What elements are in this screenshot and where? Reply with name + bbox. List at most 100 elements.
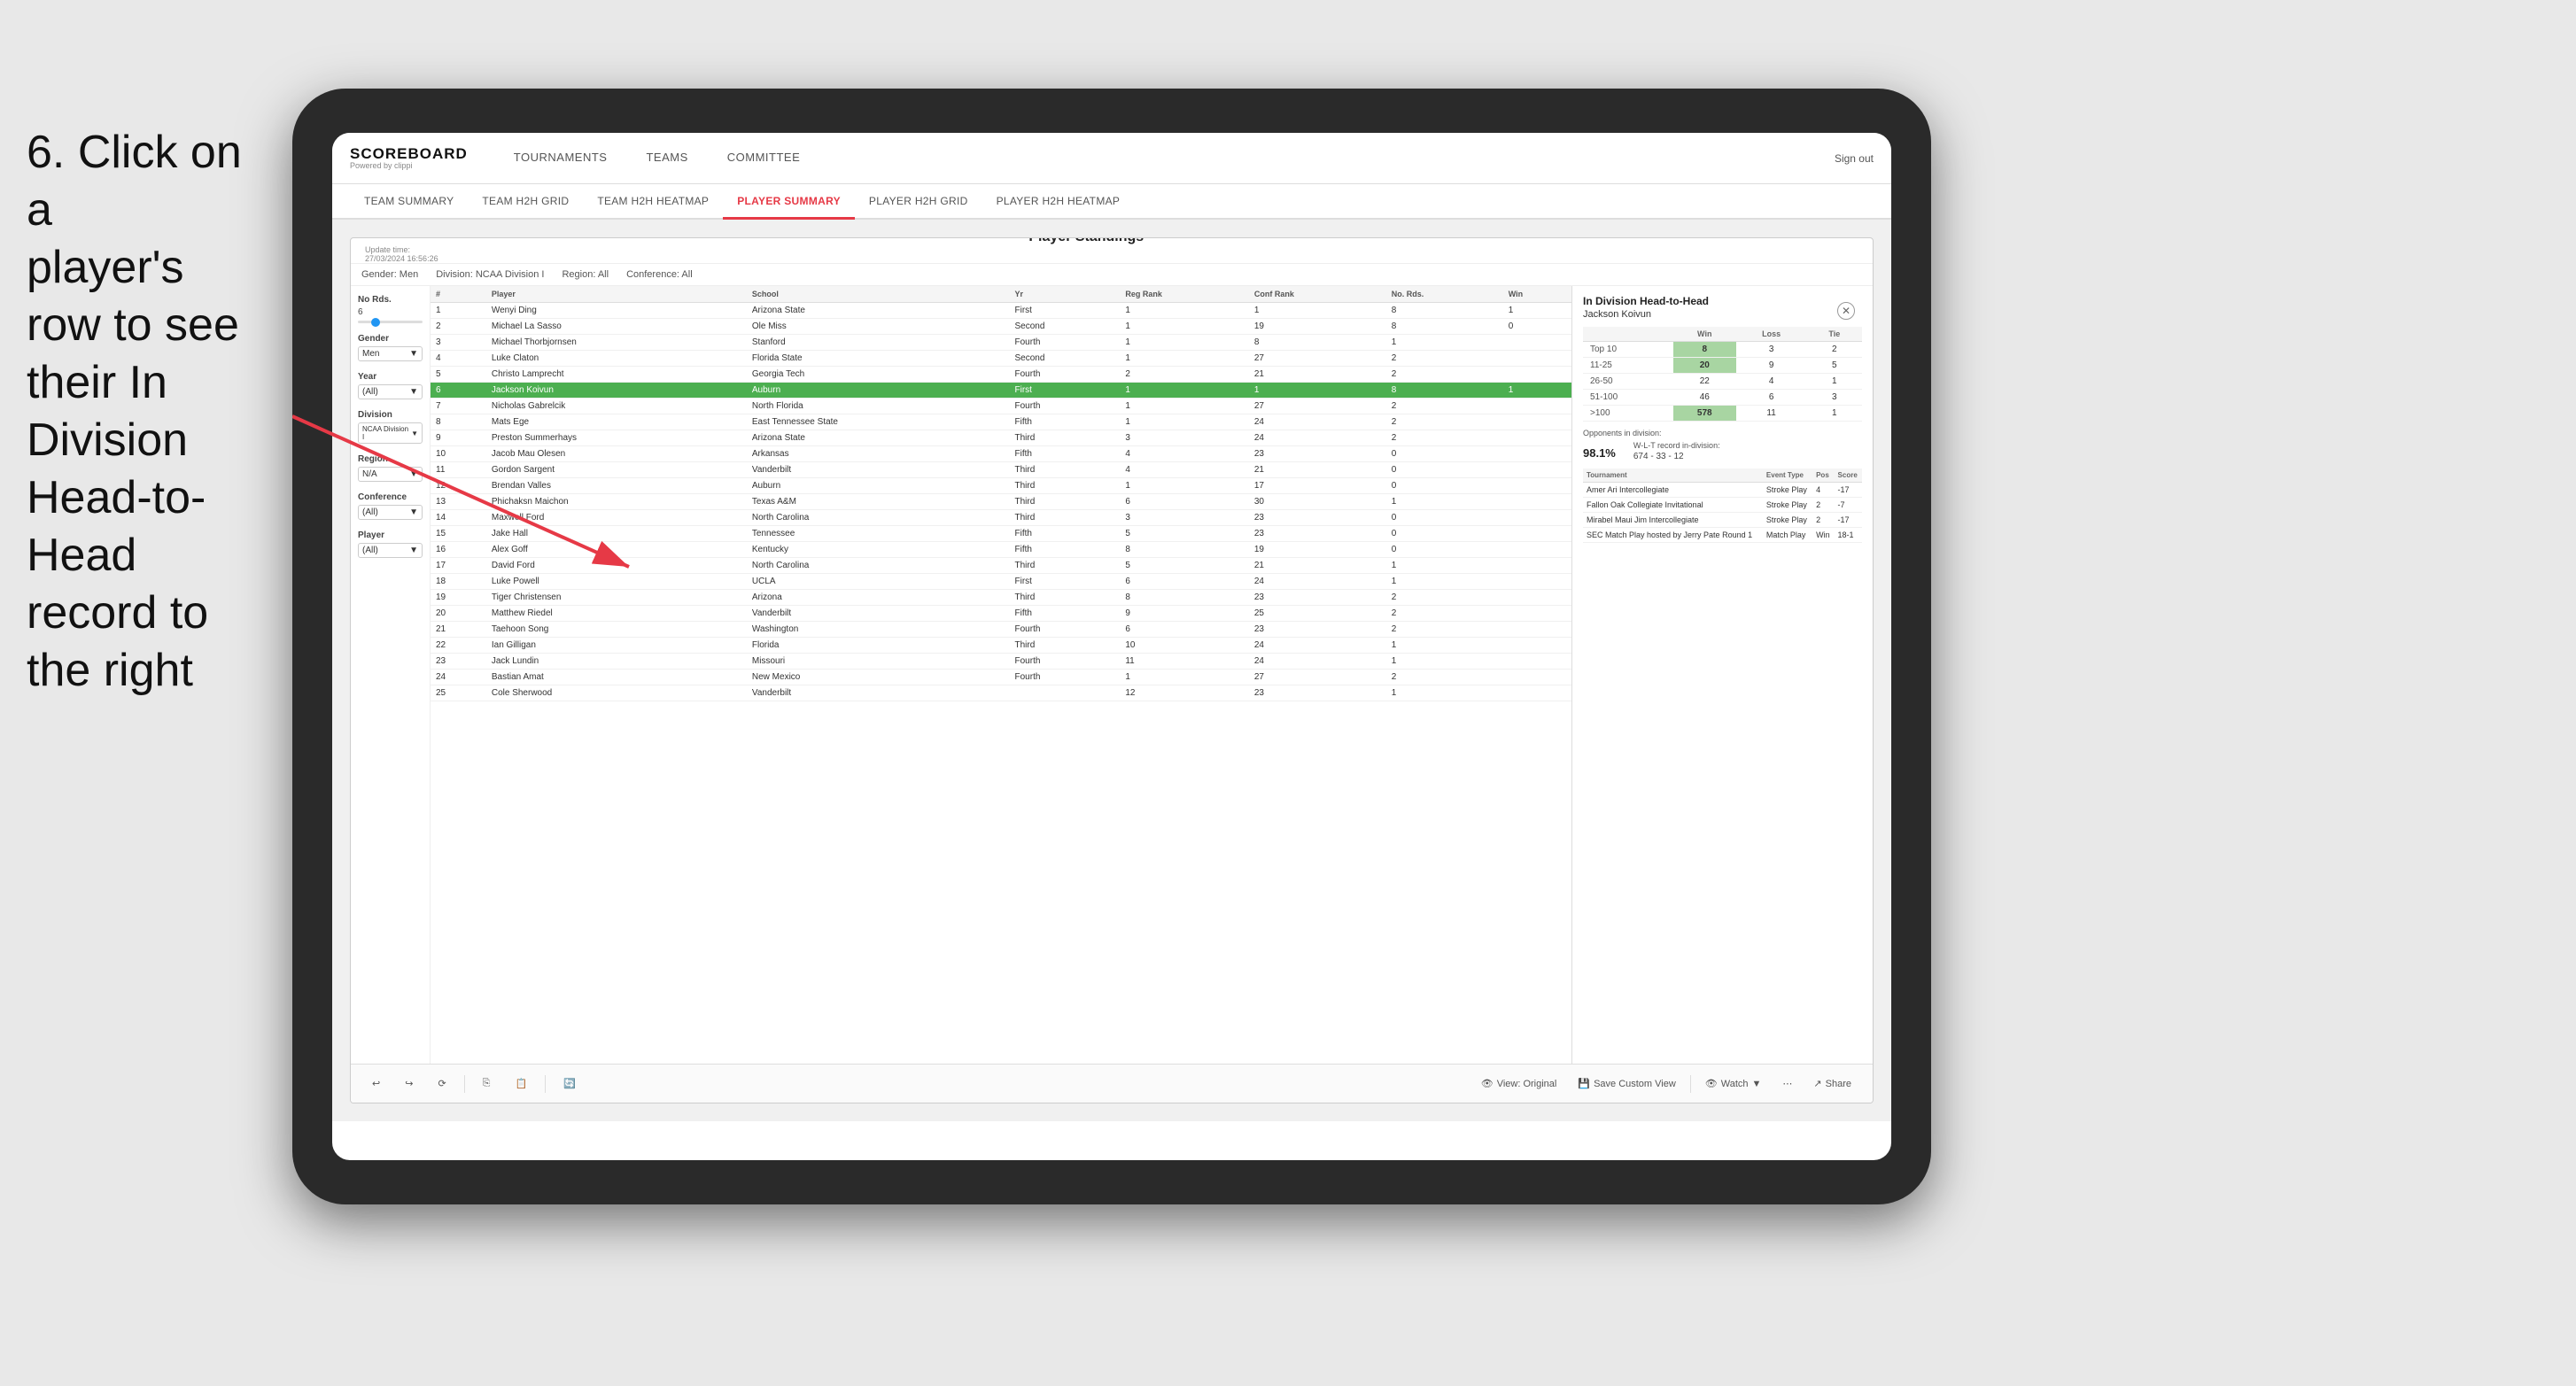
standings-table: # Player School Yr Reg Rank Conf Rank No… bbox=[431, 286, 1571, 701]
table-row[interactable]: 11 Gordon Sargent Vanderbilt Third 4 21 … bbox=[431, 462, 1571, 478]
h2h-row: Top 10 8 3 2 bbox=[1583, 342, 1862, 358]
options-button[interactable]: ⋯ bbox=[1775, 1074, 1799, 1093]
h2h-player-name: Jackson Koivun bbox=[1583, 309, 1862, 320]
col-yr: Yr bbox=[1010, 286, 1121, 303]
player-select[interactable]: (All) ▼ bbox=[358, 543, 423, 558]
table-row[interactable]: 17 David Ford North Carolina Third 5 21 … bbox=[431, 558, 1571, 574]
table-row[interactable]: 6 Jackson Koivun Auburn First 1 1 8 1 bbox=[431, 383, 1571, 399]
filter-conference: Conference: All bbox=[626, 269, 693, 280]
tab-player-summary[interactable]: PLAYER SUMMARY bbox=[723, 184, 855, 220]
tablet-screen: SCOREBOARD Powered by clippi TOURNAMENTS… bbox=[332, 133, 1891, 1160]
table-row[interactable]: 12 Brendan Valles Auburn Third 1 17 0 bbox=[431, 478, 1571, 494]
table-row[interactable]: 9 Preston Summerhays Arizona State Third… bbox=[431, 430, 1571, 446]
redo2-button[interactable]: ⟳ bbox=[431, 1074, 453, 1093]
tab-team-summary[interactable]: TEAM SUMMARY bbox=[350, 184, 468, 220]
h2h-header-row: Win Loss Tie bbox=[1583, 327, 1862, 342]
table-row[interactable]: 14 Maxwell Ford North Carolina Third 3 2… bbox=[431, 510, 1571, 526]
filter-player-section: Player (All) ▼ bbox=[358, 530, 423, 558]
table-header-row: # Player School Yr Reg Rank Conf Rank No… bbox=[431, 286, 1571, 303]
h2h-row: 11-25 20 9 5 bbox=[1583, 358, 1862, 374]
app-logo: SCOREBOARD Powered by clippi bbox=[350, 146, 468, 171]
col-reg-rank: Reg Rank bbox=[1120, 286, 1248, 303]
table-row[interactable]: 13 Phichaksn Maichon Texas A&M Third 6 3… bbox=[431, 494, 1571, 510]
paste-button[interactable]: 📋 bbox=[508, 1074, 534, 1093]
h2h-col-tie: Tie bbox=[1807, 327, 1862, 342]
filter-gender: Gender: Men bbox=[361, 269, 418, 280]
card-body: No Rds. 6 Gender Men ▼ bbox=[351, 286, 1873, 1064]
view-original-button[interactable]: 👁View: Original bbox=[1474, 1074, 1564, 1093]
watch-button[interactable]: 👁Watch▼ bbox=[1698, 1074, 1769, 1093]
table-row[interactable]: 20 Matthew Riedel Vanderbilt Fifth 9 25 … bbox=[431, 606, 1571, 622]
table-row[interactable]: 22 Ian Gilligan Florida Third 10 24 1 bbox=[431, 638, 1571, 654]
filter-division: Division: NCAA Division I bbox=[436, 269, 544, 280]
division-select[interactable]: NCAA Division I ▼ bbox=[358, 422, 423, 444]
table-row[interactable]: 15 Jake Hall Tennessee Fifth 5 23 0 bbox=[431, 526, 1571, 542]
col-conf-rank: Conf Rank bbox=[1249, 286, 1386, 303]
copy-button[interactable]: ⎘ bbox=[476, 1074, 498, 1093]
toolbar-sep-1 bbox=[464, 1075, 465, 1093]
close-h2h-panel[interactable]: ✕ bbox=[1837, 302, 1855, 320]
opponents-label: Opponents in division: bbox=[1583, 429, 1862, 437]
table-row[interactable]: 1 Wenyi Ding Arizona State First 1 1 8 1 bbox=[431, 303, 1571, 319]
table-row[interactable]: 10 Jacob Mau Olesen Arkansas Fifth 4 23 … bbox=[431, 446, 1571, 462]
h2h-panel-title: In Division Head-to-Head bbox=[1583, 295, 1862, 307]
opponents-section: Opponents in division: 98.1% W-L-T recor… bbox=[1583, 429, 1862, 468]
table-row[interactable]: 19 Tiger Christensen Arizona Third 8 23 … bbox=[431, 590, 1571, 606]
table-row[interactable]: 7 Nicholas Gabrelcik North Florida Fourt… bbox=[431, 399, 1571, 414]
sign-out-button[interactable]: Sign out bbox=[1835, 152, 1874, 165]
refresh-button[interactable]: 🔄 bbox=[556, 1074, 583, 1093]
h2h-row: >100 578 11 1 bbox=[1583, 406, 1862, 422]
share-button[interactable]: ↗Share bbox=[1806, 1074, 1858, 1093]
table-row[interactable]: 2 Michael La Sasso Ole Miss Second 1 19 … bbox=[431, 319, 1571, 335]
h2h-col-loss: Loss bbox=[1736, 327, 1807, 342]
filter-conference-section: Conference (All) ▼ bbox=[358, 492, 423, 520]
table-row[interactable]: 24 Bastian Amat New Mexico Fourth 1 27 2 bbox=[431, 670, 1571, 685]
bottom-toolbar: ↩ ↪ ⟳ ⎘ 📋 🔄 👁View: Original 💾Save Custom… bbox=[351, 1064, 1873, 1103]
tab-player-h2h-grid[interactable]: PLAYER H2H GRID bbox=[855, 184, 982, 220]
table-row[interactable]: 18 Luke Powell UCLA First 6 24 1 bbox=[431, 574, 1571, 590]
table-row[interactable]: 3 Michael Thorbjornsen Stanford Fourth 1… bbox=[431, 335, 1571, 351]
col-player: Player bbox=[486, 286, 747, 303]
table-row[interactable]: 5 Christo Lamprecht Georgia Tech Fourth … bbox=[431, 367, 1571, 383]
gender-select[interactable]: Men ▼ bbox=[358, 346, 423, 361]
tab-team-h2h-grid[interactable]: TEAM H2H GRID bbox=[468, 184, 583, 220]
h2h-row: 26-50 22 4 1 bbox=[1583, 374, 1862, 390]
nav-teams[interactable]: TEAMS bbox=[626, 133, 707, 183]
tab-player-h2h-heatmap[interactable]: PLAYER H2H HEATMAP bbox=[982, 184, 1135, 220]
col-school: School bbox=[747, 286, 1010, 303]
table-row[interactable]: 21 Taehoon Song Washington Fourth 6 23 2 bbox=[431, 622, 1571, 638]
no-rds-slider[interactable] bbox=[358, 321, 423, 323]
table-row[interactable]: 8 Mats Ege East Tennessee State Fifth 1 … bbox=[431, 414, 1571, 430]
region-select[interactable]: N/A ▼ bbox=[358, 467, 423, 482]
conference-select[interactable]: (All) ▼ bbox=[358, 505, 423, 520]
tournament-row: Fallon Oak Collegiate Invitational Strok… bbox=[1583, 498, 1862, 513]
nav-right: Sign out bbox=[1835, 152, 1874, 165]
opponents-pct: 98.1% bbox=[1583, 446, 1616, 460]
nav-tournaments[interactable]: TOURNAMENTS bbox=[494, 133, 627, 183]
tab-team-h2h-heatmap[interactable]: TEAM H2H HEATMAP bbox=[583, 184, 723, 220]
logo-subtitle: Powered by clippi bbox=[350, 161, 468, 171]
table-row[interactable]: 25 Cole Sherwood Vanderbilt 12 23 1 bbox=[431, 685, 1571, 701]
h2h-col-range bbox=[1583, 327, 1673, 342]
tournament-table: Tournament Event Type Pos Score Amer Ari… bbox=[1583, 468, 1862, 543]
nav-committee[interactable]: COMMITTEE bbox=[708, 133, 820, 183]
h2h-col-win: Win bbox=[1673, 327, 1736, 342]
main-content-area: Update time: 27/03/2024 16:56:26 Player … bbox=[332, 220, 1891, 1121]
table-row[interactable]: 16 Alex Goff Kentucky Fifth 8 19 0 bbox=[431, 542, 1571, 558]
filter-division-section: Division NCAA Division I ▼ bbox=[358, 410, 423, 444]
table-row[interactable]: 23 Jack Lundin Missouri Fourth 11 24 1 bbox=[431, 654, 1571, 670]
undo-button[interactable]: ↩ bbox=[365, 1074, 387, 1093]
col-event-type: Event Type bbox=[1763, 468, 1812, 483]
logo-title: SCOREBOARD bbox=[350, 146, 468, 161]
save-custom-button[interactable]: 💾Save Custom View bbox=[1571, 1074, 1682, 1093]
col-win: Win bbox=[1503, 286, 1571, 303]
top-navigation: SCOREBOARD Powered by clippi TOURNAMENTS… bbox=[332, 133, 1891, 184]
tournament-row: Amer Ari Intercollegiate Stroke Play 4 -… bbox=[1583, 483, 1862, 498]
h2h-panel: In Division Head-to-Head Jackson Koivun … bbox=[1571, 286, 1873, 1064]
redo-button[interactable]: ↪ bbox=[398, 1074, 420, 1093]
col-tournament: Tournament bbox=[1583, 468, 1763, 483]
table-row[interactable]: 4 Luke Claton Florida State Second 1 27 … bbox=[431, 351, 1571, 367]
year-select[interactable]: (All) ▼ bbox=[358, 384, 423, 399]
h2h-table: Win Loss Tie Top 10 8 3 2 11-25 20 9 5 2… bbox=[1583, 327, 1862, 422]
filter-region: Region: All bbox=[562, 269, 609, 280]
